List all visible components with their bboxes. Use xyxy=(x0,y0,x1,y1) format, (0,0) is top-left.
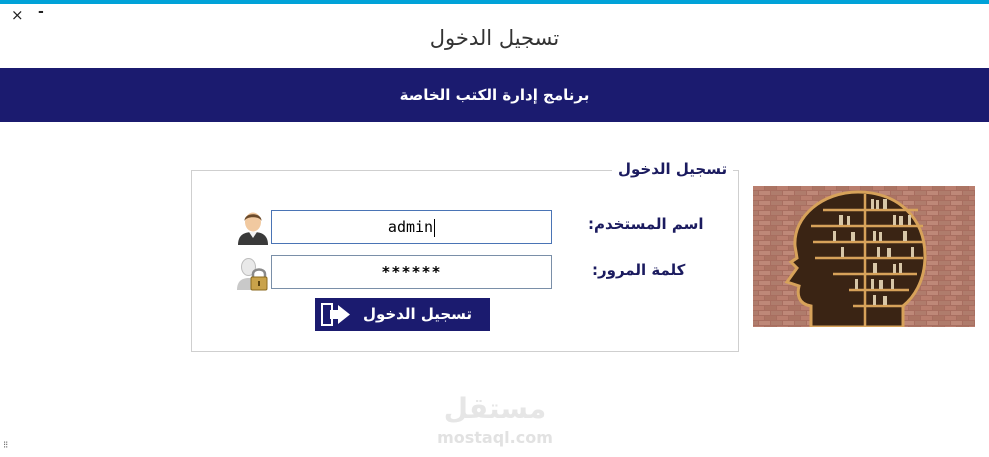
login-button[interactable]: تسجيل الدخول xyxy=(315,298,490,331)
username-label: اسم المستخدم: xyxy=(588,215,704,233)
close-icon[interactable]: × xyxy=(11,7,24,23)
user-icon xyxy=(238,212,268,245)
login-arrow-icon xyxy=(321,303,350,326)
text-caret xyxy=(434,218,436,237)
resize-grip[interactable]: ⁝⁝ xyxy=(3,440,8,451)
password-input[interactable]: ****** xyxy=(271,255,552,289)
app-banner: برنامج إدارة الكتب الخاصة xyxy=(0,68,989,122)
password-value: ****** xyxy=(381,263,442,281)
banner-title: برنامج إدارة الكتب الخاصة xyxy=(399,86,590,104)
username-input[interactable]: admin xyxy=(271,210,552,244)
lock-user-icon xyxy=(237,258,268,291)
window-title: تسجيل الدخول xyxy=(429,26,560,50)
minimize-icon[interactable]: - xyxy=(38,4,44,20)
watermark-logo-arabic: مستقل xyxy=(443,392,547,425)
login-groupbox-legend: تسجيل الدخول xyxy=(612,160,734,178)
watermark-logo-url: mostaql.com xyxy=(437,428,553,447)
window-top-accent xyxy=(0,0,989,4)
login-button-label: تسجيل الدخول xyxy=(362,305,473,323)
username-value: admin xyxy=(387,218,434,236)
bookshelf-head-image xyxy=(753,186,975,327)
password-label: كلمة المرور: xyxy=(592,261,686,279)
